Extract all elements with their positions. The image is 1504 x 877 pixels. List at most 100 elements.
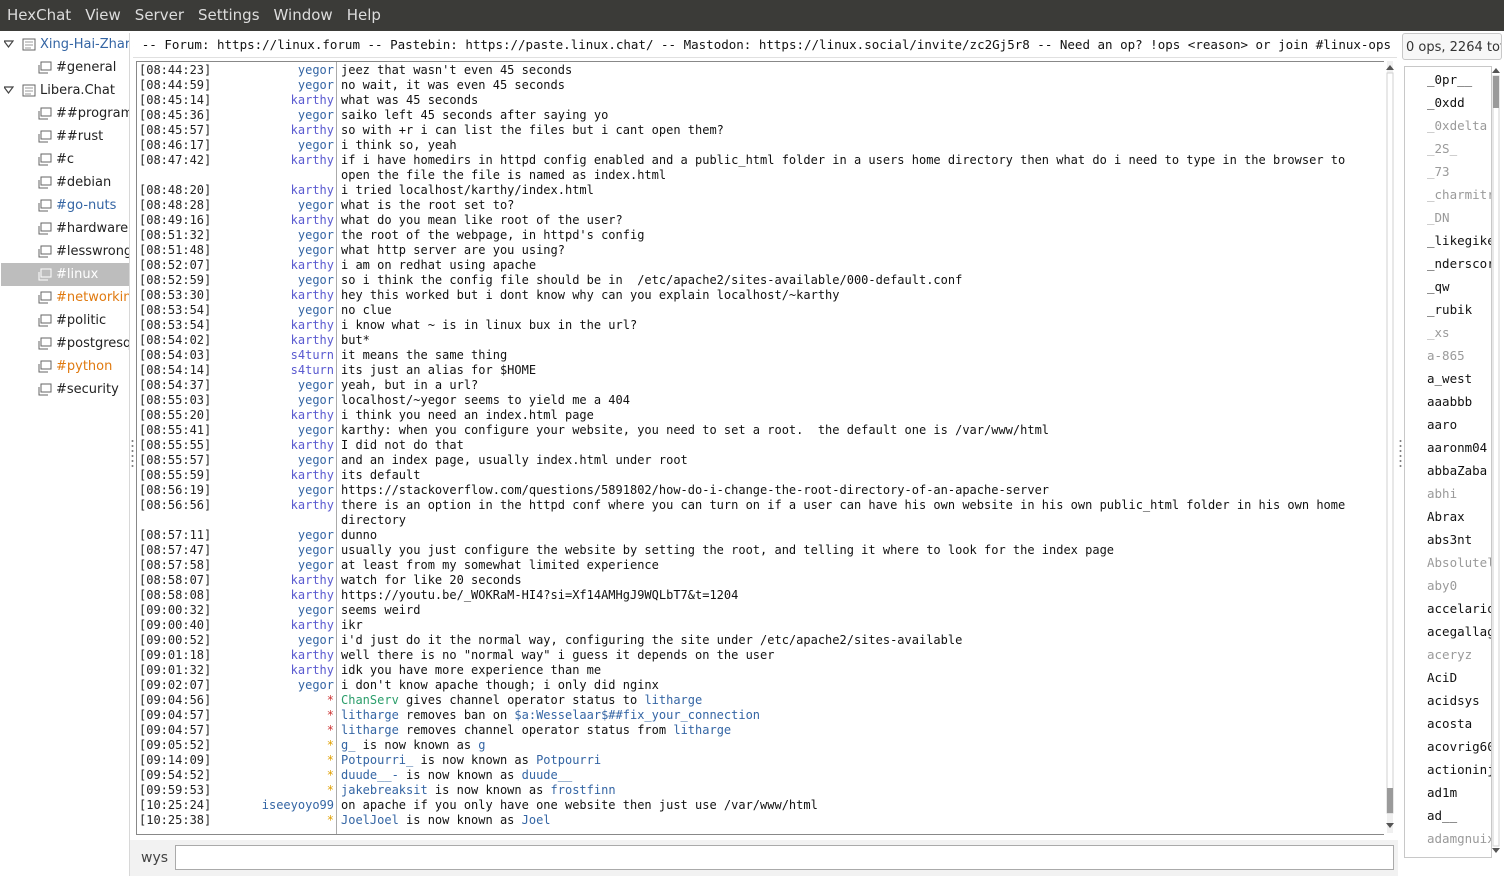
- nickname[interactable]: yegor: [298, 198, 334, 212]
- tree-channel-postgresq[interactable]: #postgresq: [1, 332, 129, 355]
- event-nick[interactable]: litharge: [341, 723, 399, 737]
- user-list-item[interactable]: acovrig60: [1427, 739, 1491, 754]
- event-nick[interactable]: litharge: [341, 708, 399, 722]
- user-list-item[interactable]: adamgnuix: [1427, 831, 1491, 846]
- message-input[interactable]: [175, 845, 1394, 870]
- nickname[interactable]: yegor: [298, 393, 334, 407]
- tree-channel-python[interactable]: #python: [1, 355, 129, 378]
- tree-resize-grip[interactable]: [131, 438, 134, 472]
- nickname[interactable]: yegor: [298, 378, 334, 392]
- chat-scroll-thumb[interactable]: [1387, 788, 1393, 813]
- nickname[interactable]: yegor: [298, 78, 334, 92]
- nickname[interactable]: karthy: [291, 153, 334, 167]
- nickname[interactable]: yegor: [298, 528, 334, 542]
- user-list-item[interactable]: _0pr__: [1427, 72, 1472, 87]
- event-nick[interactable]: Potpourri_: [341, 753, 413, 767]
- user-list-item[interactable]: _nderscor: [1427, 256, 1491, 271]
- nickname[interactable]: karthy: [291, 618, 334, 632]
- menu-window[interactable]: Window: [267, 0, 340, 31]
- event-nick[interactable]: frostfinn: [551, 783, 616, 797]
- user-list-item[interactable]: actioninj: [1427, 762, 1491, 777]
- tree-channel-networkin[interactable]: #networkin: [1, 286, 129, 309]
- nickname[interactable]: karthy: [291, 663, 334, 677]
- event-nick[interactable]: Potpourri: [536, 753, 601, 767]
- user-list-item[interactable]: _xs: [1427, 325, 1450, 340]
- nickname[interactable]: karthy: [291, 588, 334, 602]
- nickname[interactable]: yegor: [298, 303, 334, 317]
- user-list-item[interactable]: ad1m: [1427, 785, 1457, 800]
- event-nick[interactable]: duude__: [522, 768, 573, 782]
- user-list[interactable]: _0pr__ _0xdd _0xdelta _2S_ _73 _charmitr _DN _l…: [1404, 66, 1492, 858]
- chat-scrollbar[interactable]: [1384, 61, 1396, 833]
- event-nick[interactable]: g: [478, 738, 485, 752]
- event-nick[interactable]: JoelJoel: [341, 813, 399, 827]
- nickname[interactable]: yegor: [298, 138, 334, 152]
- user-list-item[interactable]: aaro: [1427, 417, 1457, 432]
- menu-server[interactable]: Server: [128, 0, 191, 31]
- nickname[interactable]: karthy: [291, 183, 334, 197]
- event-nick[interactable]: Joel: [522, 813, 551, 827]
- event-nick[interactable]: litharge: [673, 723, 731, 737]
- user-list-item[interactable]: _0xdelta: [1427, 118, 1487, 133]
- nickname[interactable]: karthy: [291, 648, 334, 662]
- event-nick[interactable]: litharge: [644, 693, 702, 707]
- nickname[interactable]: karthy: [291, 498, 334, 512]
- user-list-item[interactable]: aceryz: [1427, 647, 1472, 662]
- user-list-item[interactable]: aby0: [1427, 578, 1457, 593]
- scroll-down-icon[interactable]: [1492, 848, 1500, 853]
- nickname[interactable]: iseeyoyo99: [262, 798, 334, 812]
- userlist-scroll-thumb[interactable]: [1493, 76, 1499, 108]
- nickname[interactable]: yegor: [298, 603, 334, 617]
- nickname[interactable]: yegor: [298, 633, 334, 647]
- nickname[interactable]: yegor: [298, 483, 334, 497]
- user-list-item[interactable]: acidsys: [1427, 693, 1480, 708]
- nickname[interactable]: karthy: [291, 288, 334, 302]
- tree-channel-go-nuts[interactable]: #go-nuts: [1, 194, 129, 217]
- nickname[interactable]: karthy: [291, 438, 334, 452]
- user-list-item[interactable]: _73: [1427, 164, 1450, 179]
- user-list-item[interactable]: _qw: [1427, 279, 1450, 294]
- user-list-item[interactable]: _charmitr: [1427, 187, 1491, 202]
- tree-channel-hardware[interactable]: #hardware: [1, 217, 129, 240]
- userlist-resize-grip[interactable]: [1399, 438, 1402, 472]
- nickname[interactable]: yegor: [298, 558, 334, 572]
- tree-channel-lesswrong[interactable]: #lesswrong: [1, 240, 129, 263]
- menu-settings[interactable]: Settings: [191, 0, 267, 31]
- nickname[interactable]: karthy: [291, 408, 334, 422]
- user-list-item[interactable]: abs3nt: [1427, 532, 1472, 547]
- nickname[interactable]: yegor: [298, 273, 334, 287]
- user-list-item[interactable]: Absolutel: [1427, 555, 1491, 570]
- input-nick-label[interactable]: wys: [141, 850, 168, 866]
- nickname[interactable]: yegor: [298, 228, 334, 242]
- nickname[interactable]: yegor: [298, 678, 334, 692]
- tree-network-xing-hai-zhar[interactable]: Xing-Hai-Zhar: [1, 33, 129, 56]
- tree-channel-linux[interactable]: #linux: [1, 263, 129, 286]
- user-list-item[interactable]: a-865: [1427, 348, 1465, 363]
- expander-icon[interactable]: [4, 39, 14, 49]
- nickname[interactable]: karthy: [291, 213, 334, 227]
- nickname[interactable]: karthy: [291, 93, 334, 107]
- user-list-item[interactable]: acegallag: [1427, 624, 1491, 639]
- user-list-item[interactable]: _0xdd: [1427, 95, 1465, 110]
- nickname[interactable]: yegor: [298, 453, 334, 467]
- nickname[interactable]: yegor: [298, 423, 334, 437]
- userlist-scrollbar[interactable]: [1490, 66, 1502, 856]
- user-list-item[interactable]: abhi: [1427, 486, 1457, 501]
- event-nick[interactable]: g_: [341, 738, 355, 752]
- tree-channel-security[interactable]: #security: [1, 378, 129, 401]
- user-list-item[interactable]: _2S_: [1427, 141, 1457, 156]
- nickname[interactable]: yegor: [298, 108, 334, 122]
- topic-bar[interactable]: ux.chat/news -- Forum: https://linux.for…: [133, 33, 1397, 58]
- user-list-item[interactable]: AciD: [1427, 670, 1457, 685]
- nickname[interactable]: karthy: [291, 258, 334, 272]
- user-list-item[interactable]: ad__: [1427, 808, 1457, 823]
- tree-channel-rust[interactable]: ##rust: [1, 125, 129, 148]
- tree-channel-politic[interactable]: #politic: [1, 309, 129, 332]
- nickname[interactable]: s4turn: [291, 363, 334, 377]
- event-nick[interactable]: duude__-: [341, 768, 399, 782]
- nickname[interactable]: s4turn: [291, 348, 334, 362]
- scroll-up-icon[interactable]: [1492, 68, 1500, 73]
- chat-log[interactable]: [08:44:23] yegor jeez that wasn't even 45 …: [136, 61, 1384, 835]
- user-list-item[interactable]: acosta: [1427, 716, 1472, 731]
- tree-channel-c[interactable]: #c: [1, 148, 129, 171]
